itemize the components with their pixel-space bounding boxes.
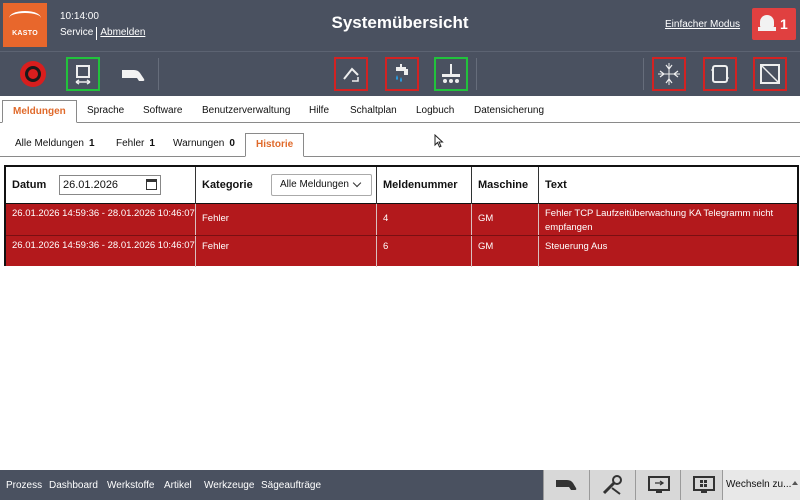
mouse-cursor-icon bbox=[434, 134, 444, 148]
row-date: 26.01.2026 14:59:36 - 28.01.2026 10:46:0… bbox=[6, 204, 196, 235]
category-filter-select[interactable]: Alle Meldungen bbox=[271, 174, 372, 196]
simple-mode-link[interactable]: Einfacher Modus bbox=[665, 19, 740, 30]
frame-icon bbox=[711, 65, 729, 83]
message-history-table: Datum 26.01.2026 Kategorie Alle Meldunge… bbox=[4, 165, 799, 267]
wrench-icon bbox=[602, 475, 622, 495]
subtab-label: Historie bbox=[256, 139, 294, 150]
feed-icon bbox=[343, 67, 359, 82]
monitor-icon bbox=[648, 476, 670, 493]
stop-button[interactable] bbox=[16, 57, 50, 91]
subtab-warnungen[interactable]: Warnungen 0 bbox=[173, 133, 235, 157]
subtab-count: 1 bbox=[149, 138, 155, 149]
subtab-label: Alle Meldungen bbox=[15, 138, 84, 149]
subtab-count: 0 bbox=[229, 138, 235, 149]
row-text: Steuerung Aus bbox=[545, 241, 608, 252]
row-category: Fehler bbox=[196, 236, 377, 267]
tab-hilfe[interactable]: Hilfe bbox=[309, 100, 329, 123]
nav-prozess[interactable]: Prozess bbox=[6, 480, 42, 491]
logout-link[interactable]: Abmelden bbox=[100, 27, 145, 40]
clamp-button[interactable] bbox=[434, 57, 468, 91]
calendar-icon[interactable] bbox=[146, 179, 157, 190]
center-button[interactable] bbox=[652, 57, 686, 91]
alarm-count: 1 bbox=[780, 16, 788, 32]
feed-button[interactable] bbox=[334, 57, 368, 91]
user-name: Service bbox=[60, 27, 94, 38]
tools-button[interactable] bbox=[589, 470, 635, 500]
table-row[interactable]: 26.01.2026 14:59:36 - 28.01.2026 10:46:0… bbox=[6, 235, 797, 267]
top-header: KASTO 10:14:00 Service Abmelden Systemüb… bbox=[0, 0, 800, 51]
col-datum-label: Datum bbox=[12, 179, 47, 191]
door-icon bbox=[75, 65, 91, 85]
hand-icon bbox=[122, 70, 145, 81]
row-date: 26.01.2026 14:59:36 - 28.01.2026 10:46:0… bbox=[6, 236, 196, 267]
emergency-stop-icon bbox=[20, 61, 46, 87]
switch-to-label: Wechseln zu... bbox=[726, 479, 792, 490]
category-filter-value: Alle Meldungen bbox=[280, 179, 349, 190]
nav-werkzeuge[interactable]: Werkzeuge bbox=[204, 480, 254, 491]
coolant-button[interactable] bbox=[385, 57, 419, 91]
hand-shortcut-button[interactable] bbox=[543, 470, 589, 500]
nav-artikel[interactable]: Artikel bbox=[164, 480, 192, 491]
main-tabs: Meldungen Sprache Software Benutzerverwa… bbox=[0, 96, 800, 124]
diagonal-button[interactable] bbox=[753, 57, 787, 91]
tab-datensicherung[interactable]: Datensicherung bbox=[474, 100, 544, 123]
table-row[interactable]: 26.01.2026 14:59:36 - 28.01.2026 10:46:0… bbox=[6, 204, 797, 235]
alarm-button[interactable]: 1 bbox=[752, 8, 796, 40]
subtab-alle-meldungen[interactable]: Alle Meldungen 1 bbox=[15, 133, 95, 157]
hand-mode-button[interactable] bbox=[116, 57, 150, 91]
door-toggle-button[interactable] bbox=[66, 57, 100, 91]
col-meldenummer: Meldenummer bbox=[377, 167, 472, 204]
windows-monitor-icon bbox=[693, 476, 715, 493]
row-number: 6 bbox=[377, 236, 472, 267]
tab-software[interactable]: Software bbox=[143, 100, 182, 123]
tab-benutzerverwaltung[interactable]: Benutzerverwaltung bbox=[202, 100, 290, 123]
nav-werkstoffe[interactable]: Werkstoffe bbox=[107, 480, 154, 491]
col-maschine: Maschine bbox=[472, 167, 539, 204]
user-info: Service Abmelden bbox=[60, 27, 145, 40]
row-machine: GM bbox=[472, 236, 539, 267]
logo-text: KASTO bbox=[12, 30, 38, 37]
remote-desktop-button[interactable] bbox=[635, 470, 681, 500]
coolant-icon bbox=[396, 64, 408, 82]
bottom-nav: Prozess Dashboard Werkstoffe Artikel Wer… bbox=[0, 470, 800, 500]
kasto-logo: KASTO bbox=[3, 3, 47, 47]
machine-toolbar bbox=[0, 51, 800, 96]
nav-saegeauftraege[interactable]: Sägeaufträge bbox=[261, 480, 321, 491]
center-icon bbox=[658, 63, 680, 85]
subtab-fehler[interactable]: Fehler 1 bbox=[116, 133, 155, 157]
col-text: Text bbox=[545, 179, 567, 191]
subtab-label: Warnungen bbox=[173, 138, 225, 149]
chevron-up-icon bbox=[792, 481, 798, 485]
row-machine: GM bbox=[472, 204, 539, 235]
alarm-bell-icon bbox=[760, 15, 774, 27]
row-number: 4 bbox=[377, 204, 472, 235]
switch-to-button[interactable]: Wechseln zu... bbox=[722, 470, 800, 500]
col-kategorie-label: Kategorie bbox=[202, 179, 253, 191]
tab-schaltplan[interactable]: Schaltplan bbox=[350, 100, 397, 123]
tab-sprache[interactable]: Sprache bbox=[87, 100, 124, 123]
table-header: Datum 26.01.2026 Kategorie Alle Meldunge… bbox=[6, 167, 797, 204]
tab-logbuch[interactable]: Logbuch bbox=[416, 100, 454, 123]
row-category: Fehler bbox=[196, 204, 377, 235]
row-text: Fehler TCP Laufzeitüberwachung KA Telegr… bbox=[545, 208, 774, 233]
subtab-label: Fehler bbox=[116, 138, 145, 149]
subtab-historie[interactable]: Historie bbox=[245, 133, 305, 157]
date-filter-value: 26.01.2026 bbox=[63, 179, 119, 191]
frame-button[interactable] bbox=[703, 57, 737, 91]
hand-icon bbox=[556, 480, 577, 490]
chevron-down-icon bbox=[352, 178, 362, 188]
tab-meldungen[interactable]: Meldungen bbox=[2, 100, 77, 123]
windows-button[interactable] bbox=[680, 470, 726, 500]
col-datum: Datum 26.01.2026 bbox=[6, 167, 196, 204]
message-subtabs: Alle Meldungen 1 Fehler 1 Warnungen 0 Histo… bbox=[0, 131, 800, 157]
subtab-count: 1 bbox=[88, 138, 95, 149]
diagonal-icon bbox=[760, 64, 780, 84]
clamp-icon bbox=[442, 64, 460, 83]
nav-dashboard[interactable]: Dashboard bbox=[49, 480, 98, 491]
clock: 10:14:00 bbox=[60, 11, 99, 22]
